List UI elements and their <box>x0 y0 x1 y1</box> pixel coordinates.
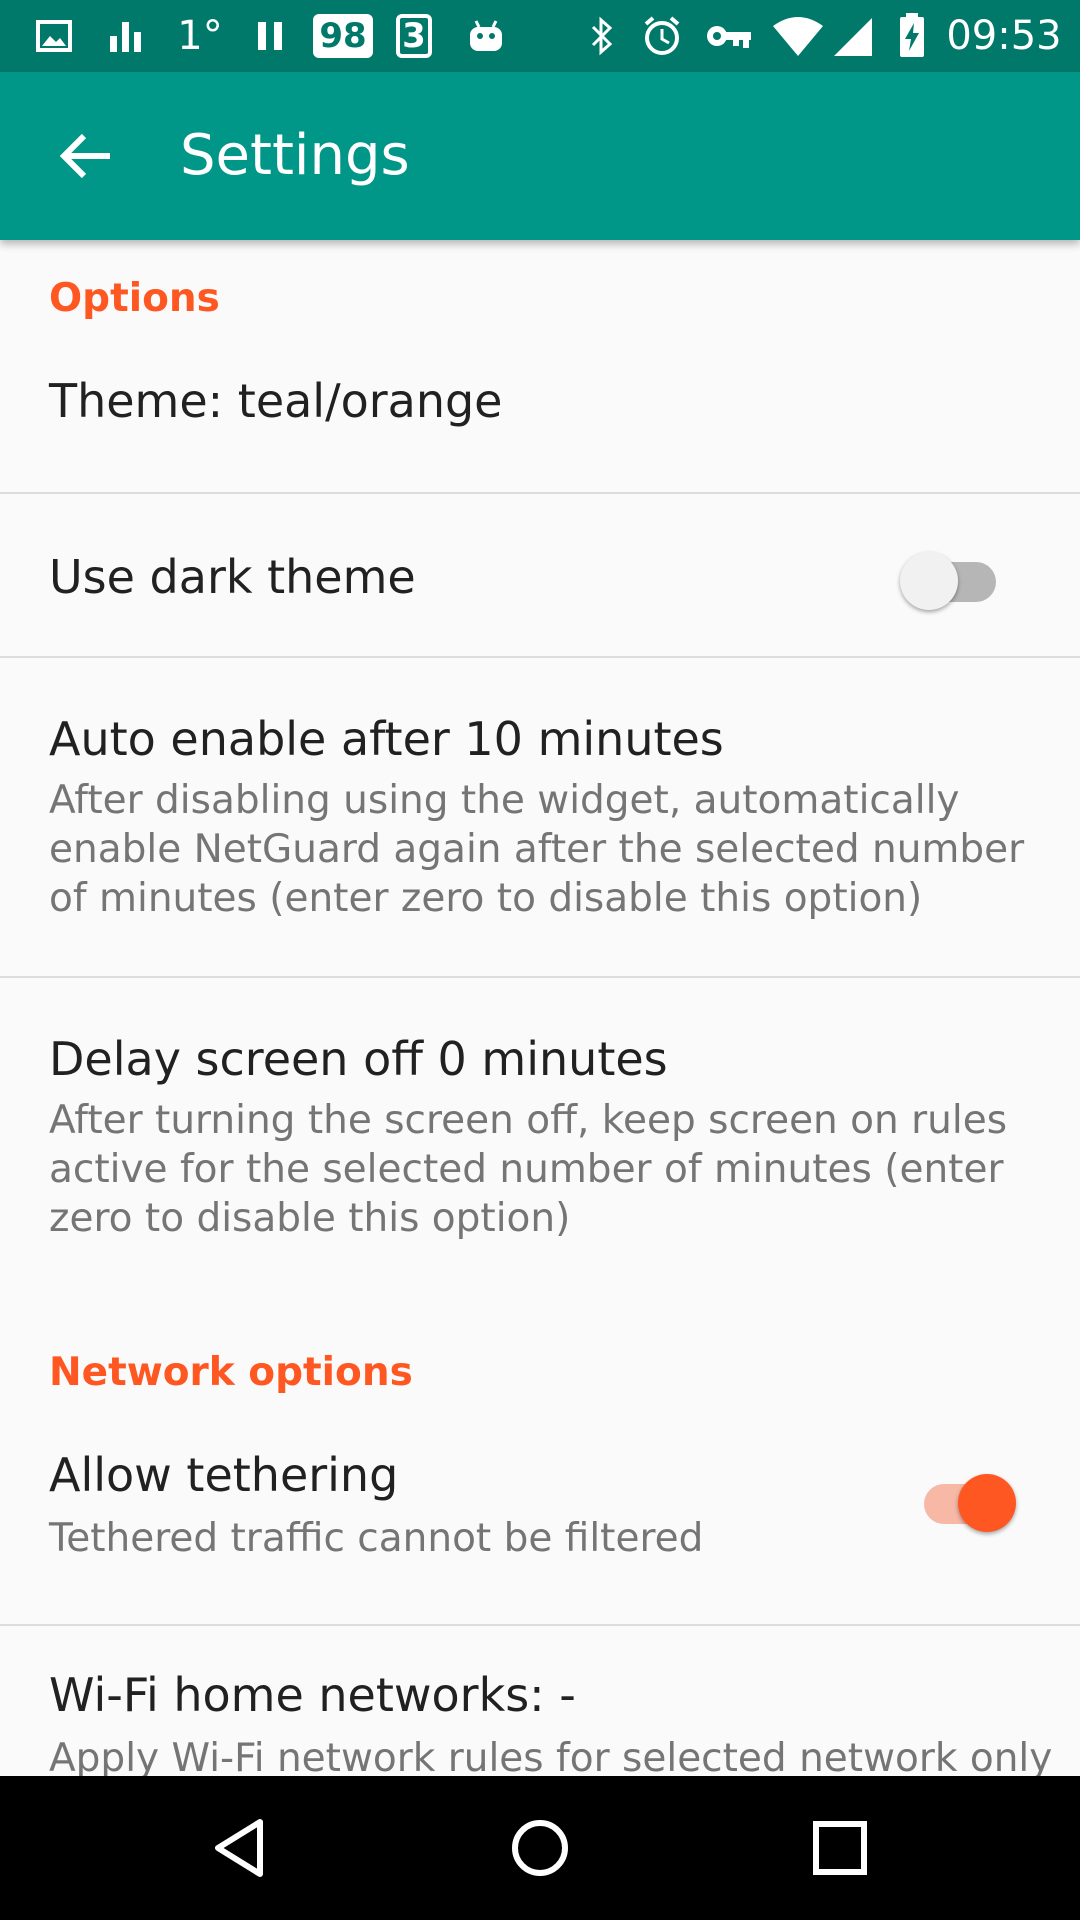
android-icon <box>466 0 506 72</box>
auto-enable-title: Auto enable after 10 minutes <box>49 712 724 766</box>
back-arrow-icon[interactable] <box>54 124 118 188</box>
switch-thumb <box>900 552 958 610</box>
delay-screen-off-summary: After turning the screen off, keep scree… <box>49 1098 1008 1241</box>
cell-signal-icon <box>830 0 876 72</box>
home-nav-icon[interactable] <box>504 1812 576 1884</box>
battery-charging-icon <box>896 0 928 72</box>
clock-text: 09:53 <box>946 13 1062 59</box>
back-nav-icon[interactable] <box>204 1812 276 1884</box>
page-title: Settings <box>180 123 410 188</box>
navigation-bar <box>0 1776 1080 1920</box>
wifi-home-networks-summary: Apply Wi-Fi network rules for selected n… <box>49 1736 1053 1776</box>
settings-list[interactable]: Options Theme: teal/orange Use dark them… <box>0 240 1080 1776</box>
badge-98-icon: 98 <box>313 0 373 72</box>
tethering-preference[interactable]: Allow tethering Tethered traffic cannot … <box>0 1426 1080 1624</box>
status-bar: 1° 98 3 09:53 <box>0 0 1080 72</box>
theme-title: Theme: teal/orange <box>49 374 503 428</box>
badge-3-icon: 3 <box>392 0 436 72</box>
bluetooth-icon <box>584 0 620 72</box>
tethering-switch[interactable] <box>910 1466 1016 1532</box>
app-bar: Settings <box>0 72 1080 240</box>
dark-theme-title: Use dark theme <box>49 550 416 604</box>
wifi-home-networks-preference[interactable]: Wi-Fi home networks: - Apply Wi-Fi netwo… <box>0 1626 1080 1776</box>
tethering-summary: Tethered traffic cannot be filtered <box>49 1516 704 1561</box>
vpn-key-icon <box>704 0 754 72</box>
theme-preference[interactable]: Theme: teal/orange <box>0 352 1080 492</box>
signal-bars-icon <box>106 0 146 72</box>
dark-theme-preference[interactable]: Use dark theme <box>0 494 1080 656</box>
alarm-icon <box>640 0 684 72</box>
wifi-home-networks-title: Wi-Fi home networks: - <box>49 1668 576 1722</box>
auto-enable-preference[interactable]: Auto enable after 10 minutes After disab… <box>0 658 1080 976</box>
auto-enable-summary: After disabling using the widget, automa… <box>49 778 1025 921</box>
delay-screen-off-title: Delay screen off 0 minutes <box>49 1032 668 1086</box>
switch-thumb <box>958 1474 1016 1532</box>
tethering-title: Allow tethering <box>49 1448 399 1502</box>
image-icon <box>34 0 74 72</box>
dark-theme-switch[interactable] <box>900 544 1000 610</box>
category-network-header: Network options <box>49 1350 413 1395</box>
pause-icon <box>254 0 286 72</box>
category-options-header: Options <box>49 276 220 321</box>
wifi-icon <box>770 0 826 72</box>
delay-screen-off-preference[interactable]: Delay screen off 0 minutes After turning… <box>0 978 1080 1298</box>
temperature-text: 1° <box>177 13 223 59</box>
recents-nav-icon[interactable] <box>804 1812 876 1884</box>
